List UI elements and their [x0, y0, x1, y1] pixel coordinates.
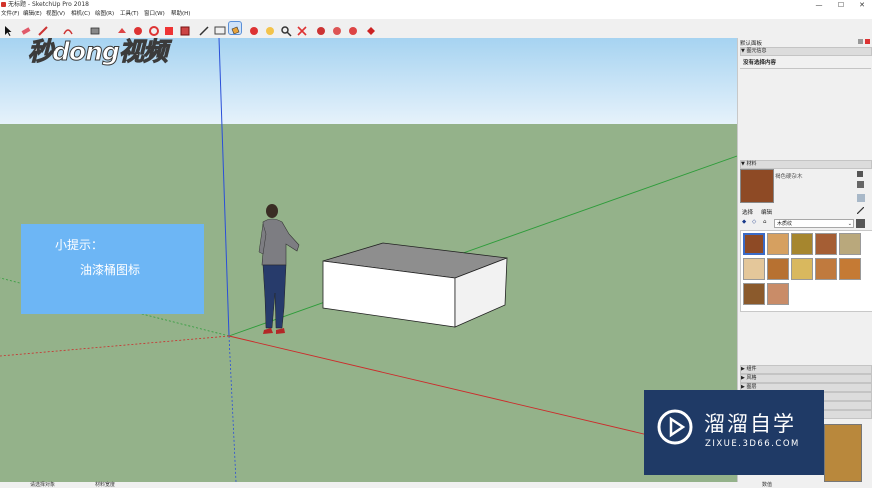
back-icon[interactable]: ◆ [742, 219, 746, 225]
current-material-name[interactable]: 褐色硬杂木 [775, 172, 803, 180]
measurements-label: 数值 [762, 482, 773, 488]
menu-bar: 文件(F) 编辑(E) 视图(V) 相机(C) 绘图(R) 工具(T) 窗口(W… [0, 10, 872, 19]
rotate-icon[interactable] [148, 22, 160, 36]
material-swatch[interactable] [815, 258, 837, 280]
material-swatch[interactable] [815, 233, 837, 255]
material-swatch[interactable] [743, 258, 765, 280]
text-tool-icon[interactable] [214, 22, 226, 35]
materials-title: 材料 [746, 161, 757, 167]
paint-bucket-icon[interactable] [228, 21, 242, 35]
warehouse-icon[interactable] [315, 22, 327, 35]
menu-window[interactable]: 窗口(W) [144, 10, 165, 19]
move-icon[interactable] [132, 22, 144, 35]
maximize-button[interactable]: ☐ [834, 0, 848, 10]
menu-file[interactable]: 文件(F) [1, 10, 19, 19]
create-material-icon[interactable] [857, 171, 863, 177]
brand-watermark: 溜溜自学 ZIXUE.3D66.COM [644, 390, 824, 475]
menu-edit[interactable]: 编辑(E) [23, 10, 42, 19]
material-swatch[interactable] [767, 233, 789, 255]
pan-icon[interactable] [264, 22, 276, 35]
tip-text: 油漆桶图标 [80, 263, 141, 277]
forward-icon[interactable]: ◇ [752, 219, 756, 225]
main-toolbar [0, 19, 872, 39]
rectangle-icon[interactable] [89, 22, 101, 35]
material-swatch[interactable] [791, 233, 813, 255]
material-swatch[interactable] [791, 258, 813, 280]
eraser-icon[interactable] [20, 22, 32, 35]
top-watermark: 秒dong视频 [28, 38, 169, 67]
components-header[interactable]: ▶ 组件 [740, 365, 872, 374]
details-arrow-icon[interactable] [856, 219, 865, 228]
offset-icon[interactable] [179, 22, 191, 36]
library-dropdown[interactable]: 木质纹 ⌄ [774, 219, 854, 228]
material-swatch[interactable] [743, 283, 765, 305]
zoom-extents-icon[interactable] [296, 22, 308, 36]
scale-icon[interactable] [163, 22, 175, 35]
share-model-icon[interactable] [347, 22, 359, 35]
home-icon[interactable]: ⌂ [763, 219, 767, 225]
extension-manager-icon[interactable] [365, 22, 377, 35]
materials-header[interactable]: ▼ 材料 [740, 160, 872, 169]
material-swatch-grid [740, 230, 872, 312]
brand-url: ZIXUE.3D66.COM [705, 439, 800, 449]
play-logo-icon [657, 409, 693, 445]
minimize-button[interactable]: — [812, 0, 826, 10]
material-swatch[interactable] [743, 233, 765, 255]
push-pull-icon[interactable] [116, 22, 128, 34]
orbit-icon[interactable] [248, 22, 260, 35]
menu-help[interactable]: 帮助(H) [171, 10, 190, 19]
zoom-icon[interactable] [280, 22, 292, 37]
tab-select[interactable]: 选择 [742, 208, 753, 216]
tray-close-icon[interactable] [865, 39, 870, 44]
pencil-icon[interactable] [37, 22, 49, 36]
window-title: 无标题 - SketchUp Pro 2018 [8, 1, 89, 8]
status-bar: 请选择对象 材料宽度 数值 [0, 482, 872, 488]
menu-draw[interactable]: 绘图(R) [95, 10, 114, 19]
status-hint: 请选择对象 [30, 482, 56, 488]
default-material-icon[interactable] [857, 194, 865, 202]
tray-pin-icon[interactable] [858, 39, 863, 44]
material-swatch[interactable] [767, 283, 789, 305]
tray-title: 默认面板 [740, 41, 763, 47]
sample-paint-icon[interactable] [856, 206, 865, 215]
material-swatch[interactable] [839, 233, 861, 255]
styles-header[interactable]: ▶ 风格 [740, 374, 872, 383]
extension-warehouse-icon[interactable] [331, 22, 343, 35]
material-texture-preview [824, 424, 862, 482]
entity-info-header[interactable]: ▼ 图元信息 [740, 47, 872, 56]
tab-edit[interactable]: 编辑 [761, 208, 772, 216]
arc-icon[interactable] [62, 22, 74, 35]
close-button[interactable]: ✕ [855, 0, 869, 10]
menu-camera[interactable]: 相机(C) [71, 10, 90, 19]
material-swatch[interactable] [839, 258, 861, 280]
components-title: 组件 [746, 366, 757, 372]
divider [740, 68, 871, 69]
chevron-down-icon: ⌄ [847, 221, 852, 227]
title-bar: 无标题 - SketchUp Pro 2018 — ☐ ✕ [0, 0, 872, 10]
library-selected: 木质纹 [777, 221, 793, 227]
tip-heading: 小提示： [55, 238, 104, 252]
menu-tools[interactable]: 工具(T) [120, 10, 139, 19]
current-material-preview [740, 169, 774, 203]
entity-info-status: 没有选择内容 [743, 60, 777, 66]
tip-overlay: 小提示： 油漆桶图标 [21, 224, 204, 314]
tape-measure-icon[interactable] [198, 22, 210, 36]
status-measure-label: 材料宽度 [95, 482, 116, 488]
select-arrow-icon[interactable] [2, 22, 14, 36]
material-3d-icon[interactable] [857, 181, 864, 188]
styles-title: 风格 [746, 375, 757, 381]
material-swatch[interactable] [767, 258, 789, 280]
sketchup-app-icon [1, 2, 6, 7]
menu-view[interactable]: 视图(V) [46, 10, 65, 19]
entity-info-title: 图元信息 [746, 48, 767, 54]
brand-name: 溜溜自学 [704, 412, 796, 436]
